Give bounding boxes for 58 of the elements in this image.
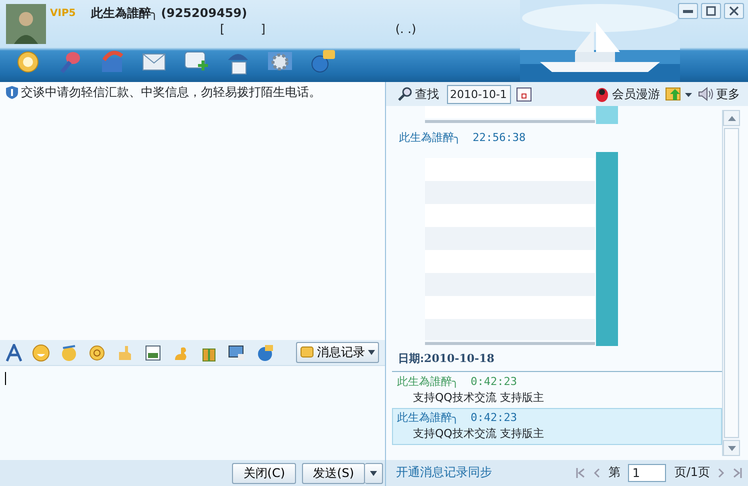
previous-page-icon[interactable] <box>593 468 600 478</box>
maximize-button[interactable] <box>701 3 721 19</box>
search-button[interactable]: 查找 <box>398 85 439 103</box>
date-heading: 日期:2010-10-18 <box>392 346 722 372</box>
image-icon[interactable] <box>144 344 162 362</box>
message-time: 22:56:38 <box>472 131 526 146</box>
sender-name: 此生為誰醉╮ <box>397 374 459 389</box>
screenshot-icon[interactable] <box>228 344 246 362</box>
more-button[interactable]: 更多 <box>698 85 740 103</box>
minimize-button[interactable] <box>678 3 698 19</box>
close-button[interactable] <box>724 3 744 19</box>
smiley-icon[interactable] <box>32 344 50 362</box>
page-label: 第 <box>608 465 620 481</box>
send-options-button[interactable] <box>365 462 383 484</box>
down-arrow-icon <box>728 446 736 450</box>
export-icon[interactable] <box>665 86 693 102</box>
signature-text: ] <box>260 22 266 38</box>
sync-link[interactable]: 开通消息记录同步 <box>396 465 492 481</box>
signature-text: [ <box>220 22 225 38</box>
message-time: 0:42:23 <box>470 411 517 426</box>
caret-icon <box>370 470 377 476</box>
last-page-icon[interactable] <box>733 468 742 478</box>
avatar <box>6 4 46 44</box>
roam-button[interactable]: 会员漫游 <box>595 85 660 103</box>
notice-text: 交谈中请勿轻信汇款、中奖信息，勿轻易拨打陌生电话。 <box>21 85 321 101</box>
up-arrow-icon <box>728 116 736 120</box>
caret-icon <box>368 350 375 355</box>
message-time: 0:42:23 <box>470 374 517 389</box>
page-count: 页/1页 <box>674 465 710 481</box>
speaker-icon <box>698 87 713 101</box>
first-page-icon[interactable] <box>576 468 586 478</box>
text-cursor <box>5 372 6 385</box>
sender-name: 此生為誰醉╮ <box>397 411 459 426</box>
date-field[interactable]: 2010-10-1 <box>447 84 511 104</box>
message-text: 支持QQ技术交流 支持版主 <box>412 390 545 406</box>
close-chat-button[interactable]: 关闭(C) <box>232 462 296 484</box>
contact-number: (925209459) <box>160 6 248 22</box>
minimize-icon <box>683 10 693 12</box>
calendar-icon[interactable] <box>516 86 532 102</box>
sender-name: 此生為誰醉╮ <box>399 131 461 146</box>
scroll-up-button[interactable] <box>723 110 740 126</box>
message-text: 支持QQ技术交流 支持版主 <box>412 426 545 442</box>
shield-icon <box>6 86 18 100</box>
message-input[interactable] <box>0 365 385 460</box>
history-button[interactable]: 消息记录 <box>296 342 379 363</box>
contact-name: 此生為誰醉╮ <box>90 6 158 22</box>
chat-icon <box>300 346 314 360</box>
next-page-icon[interactable] <box>718 468 725 478</box>
vip-label: VIP5 <box>50 7 76 20</box>
maximize-icon <box>704 5 718 17</box>
close-icon <box>727 5 741 17</box>
scrollbar[interactable] <box>722 110 740 456</box>
scroll-thumb[interactable] <box>724 128 739 438</box>
signature-text: (. .) <box>395 22 416 38</box>
scroll-down-button[interactable] <box>723 440 740 456</box>
page-field[interactable]: 1 <box>628 464 666 482</box>
font-icon[interactable] <box>6 344 22 362</box>
send-button[interactable]: 发送(S) <box>302 462 365 484</box>
